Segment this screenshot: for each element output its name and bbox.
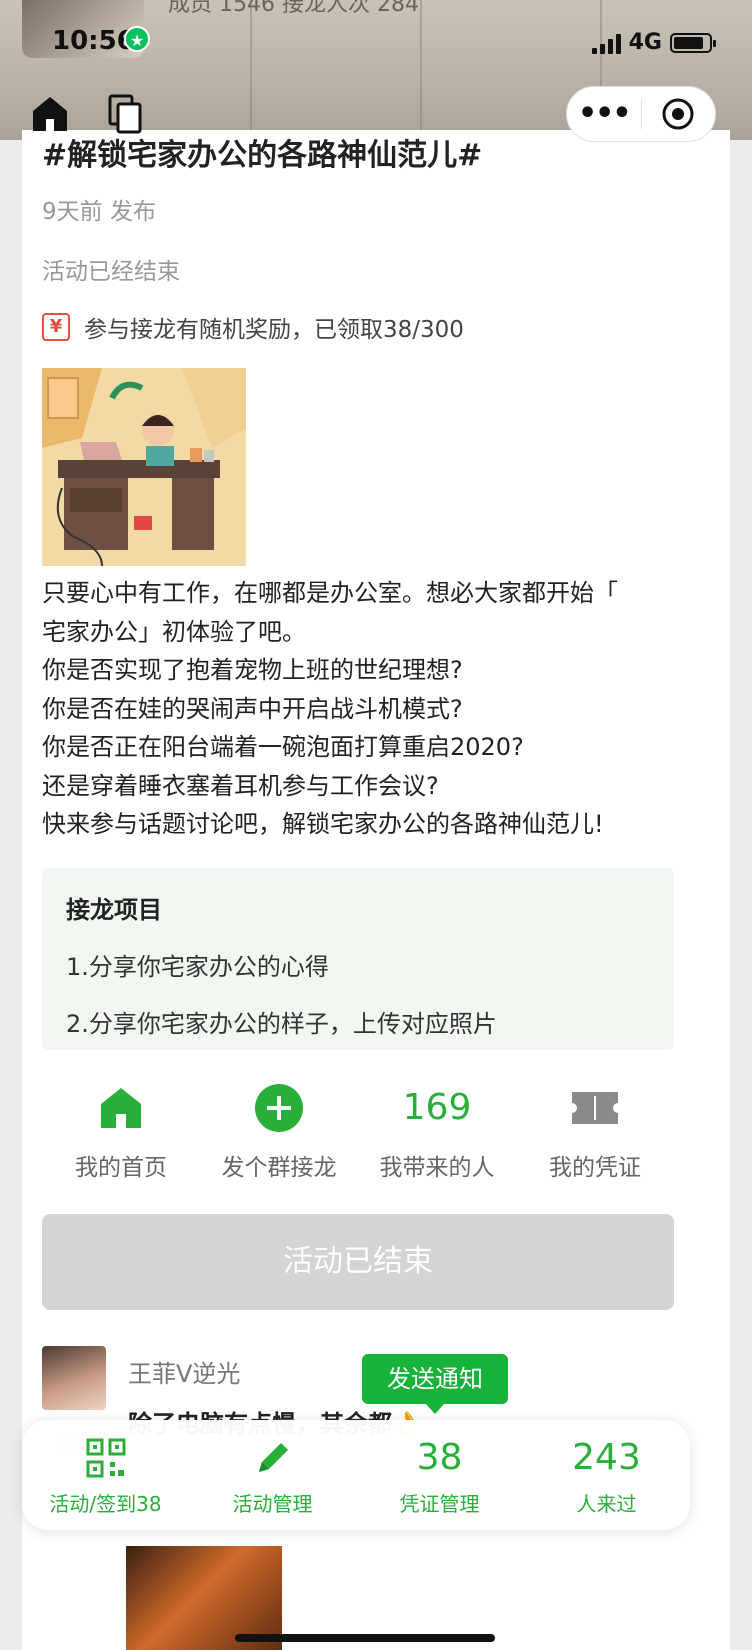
more-dots-icon[interactable]: ••• — [567, 86, 641, 142]
signal-icon — [591, 32, 621, 54]
visitor-count: 243 — [572, 1437, 641, 1478]
description-line: 只要心中有工作，在哪都是办公室。想必大家都开始「 — [42, 579, 618, 607]
activity-manage-button[interactable]: 活动管理 — [189, 1420, 356, 1530]
home-icon — [42, 1080, 200, 1136]
ticket-icon — [516, 1080, 674, 1136]
description-line: 宅家办公」初体验了吧。 — [42, 617, 306, 646]
avatar[interactable] — [42, 1346, 106, 1410]
comment-author[interactable]: 王菲V逆光 — [128, 1354, 240, 1389]
bottom-bar-label: 活动管理 — [232, 1492, 313, 1516]
home-indicator — [235, 1634, 495, 1642]
mini-program-capsule: ••• — [566, 86, 716, 142]
pages-icon[interactable] — [108, 94, 144, 134]
wood-plank-line — [250, 0, 252, 140]
star-badge-icon: ★ — [124, 26, 150, 52]
activity-description: 只要心中有工作，在哪都是办公室。想必大家都开始「 宅家办公」初体验了吧。 你是否… — [42, 574, 712, 844]
quick-action-label: 我的凭证 — [549, 1155, 641, 1181]
people-brought-count: 169 — [402, 1087, 472, 1128]
quick-action-label: 发个群接龙 — [221, 1155, 337, 1181]
start-group-chain-button[interactable]: 发个群接龙 — [200, 1080, 358, 1181]
home-icon[interactable] — [30, 94, 70, 134]
quick-actions-row: 我的首页 发个群接龙 169 我带来的人 我的凭证 — [42, 1080, 674, 1181]
reward-row: ¥ 参与接龙有随机奖励，已领取38/300 — [42, 310, 464, 344]
bottom-bar-label: 人来过 — [576, 1492, 637, 1516]
member-stats-caption: 成员 1546 接龙人次 284 — [168, 0, 419, 17]
send-notification-button[interactable]: 发送通知 — [362, 1354, 508, 1414]
activity-illustration[interactable] — [42, 368, 246, 566]
quick-action-label: 我的首页 — [75, 1155, 167, 1181]
activity-status: 活动已经结束 — [42, 259, 180, 285]
pencil-icon — [189, 1436, 356, 1480]
publish-time: 9天前 发布 — [42, 199, 156, 225]
project-item: 1.分享你宅家办公的心得 — [66, 953, 329, 981]
network-type: 4G — [628, 30, 662, 55]
voucher-count: 38 — [416, 1437, 463, 1478]
project-item: 2.分享你宅家办公的样子，上传对应照片 — [66, 1010, 497, 1038]
checkin-button[interactable]: 活动/签到38 — [22, 1420, 189, 1530]
description-line: 快来参与话题讨论吧，解锁宅家办公的各路神仙范儿! — [42, 810, 604, 838]
bottom-bar-label: 凭证管理 — [399, 1492, 480, 1516]
people-brought-button[interactable]: 169 我带来的人 — [358, 1080, 516, 1181]
project-title: 接龙项目 — [66, 896, 162, 924]
red-packet-icon: ¥ — [42, 313, 70, 341]
my-voucher-button[interactable]: 我的凭证 — [516, 1080, 674, 1181]
description-line: 你是否正在阳台端着一碗泡面打算重启2020? — [42, 733, 524, 761]
activity-title: #解锁宅家办公的各路神仙范儿# — [42, 138, 483, 173]
battery-icon — [670, 32, 716, 53]
battery-fill — [674, 36, 703, 49]
description-line: 还是穿着睡衣塞着耳机参与工作会议? — [42, 771, 439, 800]
description-line: 你是否实现了抱着宠物上班的世纪理想? — [42, 656, 463, 684]
bottom-action-bar: 活动/签到38 活动管理 38 凭证管理 243 人来过 — [22, 1420, 690, 1530]
visitors-button[interactable]: 243 人来过 — [523, 1420, 690, 1530]
target-icon[interactable] — [642, 97, 716, 131]
plus-circle-icon — [200, 1080, 358, 1136]
reward-text: 参与接龙有随机奖励，已领取38/300 — [84, 317, 464, 343]
description-line: 你是否在娃的哭闹声中开启战斗机模式? — [42, 694, 463, 723]
activity-ended-button[interactable]: 活动已结束 — [42, 1214, 674, 1310]
wood-plank-line — [420, 0, 422, 140]
project-box: 接龙项目 1.分享你宅家办公的心得 2.分享你宅家办公的样子，上传对应照片 — [42, 868, 674, 1050]
my-home-button[interactable]: 我的首页 — [42, 1080, 200, 1181]
quick-action-label: 我带来的人 — [379, 1155, 495, 1181]
voucher-manage-button[interactable]: 38 凭证管理 — [356, 1420, 523, 1530]
status-time: 10:56 — [52, 26, 135, 56]
status-indicators: 4G — [591, 30, 716, 55]
bottom-bar-label: 活动/签到38 — [49, 1492, 162, 1516]
qrcode-icon — [22, 1436, 189, 1480]
